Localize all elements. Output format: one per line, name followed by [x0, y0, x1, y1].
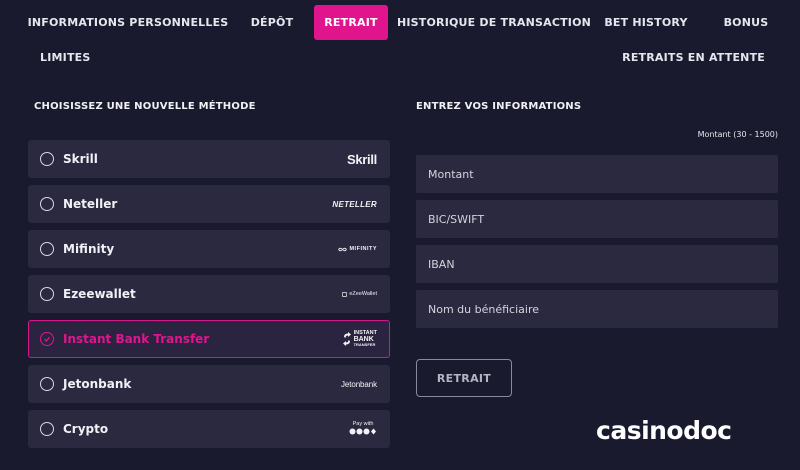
checkmark-icon — [44, 336, 51, 342]
radio-button[interactable] — [40, 152, 54, 166]
tab-personal-info[interactable]: INFORMATIONS PERSONNELLES — [24, 5, 232, 40]
instant-bank-transfer-logo: INSTANT BANK TRANSFER — [342, 330, 377, 347]
amount-field — [416, 155, 778, 193]
method-label: Jetonbank — [63, 377, 132, 391]
brand-watermark: casinodoc — [596, 416, 732, 445]
method-neteller[interactable]: Neteller NETELLER — [28, 185, 390, 223]
mifinity-wordmark: MIFINITY — [349, 246, 377, 252]
bic-swift-input[interactable] — [428, 212, 766, 226]
radio-button[interactable] — [40, 422, 54, 436]
withdraw-submit-button[interactable]: RETRAIT — [416, 359, 512, 397]
method-label: Mifinity — [63, 242, 115, 256]
crypto-pay-with-text: Pay with — [352, 420, 374, 427]
amount-input[interactable] — [428, 167, 766, 181]
withdrawal-form — [416, 155, 778, 335]
bic-swift-field — [416, 200, 778, 238]
method-crypto[interactable]: Crypto Pay with — [28, 410, 390, 448]
info-title: ENTREZ VOS INFORMATIONS — [416, 101, 582, 112]
payment-method-list: Skrill Skrill Neteller NETELLER Mifinity… — [28, 140, 390, 455]
beneficiary-name-input[interactable] — [428, 302, 766, 316]
iban-input[interactable] — [428, 257, 766, 271]
tab-bet-history[interactable]: BET HISTORY — [600, 5, 692, 40]
instant-bank-transfer-wordmark: INSTANT BANK TRANSFER — [353, 330, 377, 347]
ezeewallet-wordmark: eZeeWallet — [349, 291, 377, 297]
logo-word-transfer: TRANSFER — [353, 342, 376, 347]
method-label: Instant Bank Transfer — [63, 332, 210, 346]
skrill-logo: Skrill — [347, 151, 377, 167]
method-label: Skrill — [63, 152, 98, 166]
neteller-logo: NETELLER — [332, 199, 377, 209]
ezeewallet-logo: eZeeWallet — [342, 291, 377, 297]
ezeewallet-mark-icon — [342, 291, 348, 297]
tab-withdraw[interactable]: RETRAIT — [314, 5, 388, 40]
method-label: Ezeewallet — [63, 287, 136, 301]
method-label: Crypto — [63, 422, 109, 436]
tab-pending-withdrawals[interactable]: RETRAITS EN ATTENTE — [622, 40, 765, 75]
crypto-logo: Pay with — [349, 421, 377, 438]
brand-logo: casinodoc — [596, 416, 732, 445]
radio-button[interactable] — [40, 377, 54, 391]
radio-button[interactable] — [40, 197, 54, 211]
methods-title: CHOISISSEZ UNE NOUVELLE MÉTHODE — [34, 101, 256, 112]
tab-transaction-history[interactable]: HISTORIQUE DE TRANSACTION — [397, 5, 591, 40]
tab-bonus[interactable]: BONUS — [714, 5, 778, 40]
tab-limits[interactable]: LIMITES — [40, 40, 90, 75]
method-label: Neteller — [63, 197, 118, 211]
amount-range-hint: Montant (30 - 1500) — [697, 130, 778, 139]
method-jetonbank[interactable]: Jetonbank Jetonbank — [28, 365, 390, 403]
transfer-arrows-icon — [342, 332, 351, 346]
radio-button[interactable] — [40, 332, 54, 346]
account-nav: INFORMATIONS PERSONNELLES DÉPÔT RETRAIT … — [24, 5, 782, 40]
method-instant-bank-transfer[interactable]: Instant Bank Transfer INSTANT BANK TRANS… — [28, 320, 390, 358]
method-mifinity[interactable]: Mifinity MIFINITY — [28, 230, 390, 268]
jetonbank-logo: Jetonbank — [340, 379, 377, 389]
mifinity-mark-icon — [338, 247, 348, 251]
crypto-coins-icon — [349, 428, 376, 434]
radio-button[interactable] — [40, 242, 54, 256]
iban-field — [416, 245, 778, 283]
method-skrill[interactable]: Skrill Skrill — [28, 140, 390, 178]
radio-button[interactable] — [40, 287, 54, 301]
beneficiary-name-field — [416, 290, 778, 328]
tab-deposit[interactable]: DÉPÔT — [242, 5, 302, 40]
method-ezeewallet[interactable]: Ezeewallet eZeeWallet — [28, 275, 390, 313]
mifinity-logo: MIFINITY — [338, 246, 377, 252]
